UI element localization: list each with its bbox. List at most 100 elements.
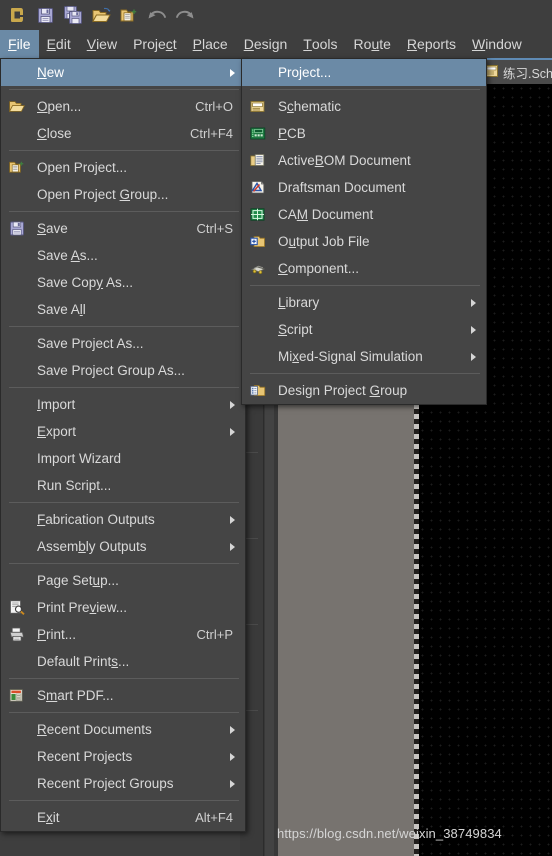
menu-item-run-script[interactable]: Run Script... (1, 472, 245, 499)
menu-item-cam-document[interactable]: CAM Document (242, 201, 486, 228)
menu-item-design-project-group[interactable]: Design Project Group (242, 377, 486, 404)
menu-item-pcb[interactable]: PCB (242, 120, 486, 147)
menu-item-draftsman-document[interactable]: Draftsman Document (242, 174, 486, 201)
menu-item-import[interactable]: Import (1, 391, 245, 418)
menubar-item-reports[interactable]: Reports (399, 30, 464, 58)
menu-item-label: Save (37, 221, 68, 236)
menu-item-label: Import (37, 397, 76, 412)
submenu-arrow-icon (230, 779, 235, 788)
menu-item-mixed-signal-simulation[interactable]: Mixed-Signal Simulation (242, 343, 486, 370)
menu-separator (9, 712, 239, 713)
menu-item-shortcut: Ctrl+F4 (190, 126, 233, 141)
menu-item-label: Save As... (37, 248, 98, 263)
application-window: File Edit View Proje c t Place Design Tools Ro u te… (0, 0, 552, 856)
menu-item-label: Recent Projects (37, 749, 133, 764)
menubar-item-route[interactable]: Ro u te (346, 30, 399, 58)
file-menu-dropdown: New Open... Ctrl+O Close Ctrl+F4 Open Project… (0, 58, 246, 832)
menu-item-exit[interactable]: Exit Alt+F4 (1, 804, 245, 831)
menubar-item-view[interactable]: View (79, 30, 125, 58)
submenu-arrow-icon (230, 68, 235, 77)
save-icon[interactable] (32, 2, 58, 28)
menu-item-shortcut: Ctrl+O (195, 99, 233, 114)
menubar-item-file[interactable]: File (0, 30, 39, 58)
menu-item-fabrication-outputs[interactable]: Fabrication Outputs (1, 506, 245, 533)
menubar-item-edit[interactable]: Edit (39, 30, 79, 58)
menu-item-recent-project-groups[interactable]: Recent Project Groups (1, 770, 245, 797)
menu-item-new[interactable]: New (1, 59, 245, 86)
menu-item-save-copy-as[interactable]: Save Copy As... (1, 269, 245, 296)
menu-item-open-project-group[interactable]: Open Project Group... (1, 181, 245, 208)
outputjob-icon (248, 233, 268, 251)
open-folder-icon[interactable] (88, 2, 114, 28)
menu-item-smart-pdf[interactable]: Smart PDF... (1, 682, 245, 709)
document-tab[interactable]: 练习.Sch (479, 58, 552, 84)
menu-item-close[interactable]: Close Ctrl+F4 (1, 120, 245, 147)
menu-item-label: Print Preview... (37, 600, 128, 615)
save-all-icon[interactable] (60, 2, 86, 28)
open-project-icon (7, 159, 27, 177)
menu-item-print[interactable]: Print... Ctrl+P (1, 621, 245, 648)
pdf-icon (7, 687, 27, 705)
menu-item-page-setup[interactable]: Page Setup... (1, 567, 245, 594)
open-project-icon[interactable] (116, 2, 142, 28)
menu-item-label: Open Project Group... (37, 187, 169, 202)
menu-item-label: Project... (278, 65, 332, 80)
submenu-arrow-icon (471, 325, 476, 334)
menu-item-label: ActiveBOM Document (278, 153, 411, 168)
menu-item-assembly-outputs[interactable]: Assembly Outputs (1, 533, 245, 560)
menu-item-default-prints[interactable]: Default Prints... (1, 648, 245, 675)
menu-item-project[interactable]: Project... (242, 59, 486, 86)
redo-icon[interactable] (172, 2, 198, 28)
altium-logo-icon[interactable] (4, 2, 30, 28)
menu-item-label: Save Copy As... (37, 275, 134, 290)
menu-item-label: Script (278, 322, 313, 337)
menubar-item-tools[interactable]: Tools (295, 30, 345, 58)
menu-item-activebom-document[interactable]: ActiveBOM Document (242, 147, 486, 174)
pcb-icon (248, 125, 268, 143)
menu-item-label: Smart PDF... (37, 688, 114, 703)
menu-item-label: Save All (37, 302, 86, 317)
menu-item-export[interactable]: Export (1, 418, 245, 445)
design-project-icon (248, 382, 268, 400)
menu-item-shortcut: Ctrl+S (196, 221, 233, 236)
menu-item-label: Design Project Group (278, 383, 408, 398)
menubar-item-project[interactable]: Proje c t (125, 30, 185, 58)
menu-item-component[interactable]: Component... (242, 255, 486, 282)
menu-item-script[interactable]: Script (242, 316, 486, 343)
menu-item-shortcut: Ctrl+P (196, 627, 233, 642)
menu-item-recent-documents[interactable]: Recent Documents (1, 716, 245, 743)
menu-item-output-job-file[interactable]: Output Job File (242, 228, 486, 255)
component-icon (248, 260, 268, 278)
menu-item-save-all[interactable]: Save All (1, 296, 245, 323)
menu-item-label: New (37, 65, 65, 80)
menu-separator (9, 150, 239, 151)
undo-icon[interactable] (144, 2, 170, 28)
menu-separator (250, 285, 480, 286)
menu-item-label: Print... (37, 627, 77, 642)
submenu-arrow-icon (230, 725, 235, 734)
menubar-item-place[interactable]: Place (185, 30, 236, 58)
submenu-arrow-icon (230, 542, 235, 551)
save-icon (7, 220, 27, 238)
menu-item-label: Assembly Outputs (37, 539, 147, 554)
menu-item-shortcut: Alt+F4 (195, 810, 233, 825)
menu-item-save-as[interactable]: Save As... (1, 242, 245, 269)
menu-item-library[interactable]: Library (242, 289, 486, 316)
menu-item-open[interactable]: Open... Ctrl+O (1, 93, 245, 120)
menu-item-import-wizard[interactable]: Import Wizard (1, 445, 245, 472)
menu-item-label: Component... (278, 261, 360, 276)
menu-item-schematic[interactable]: Schematic (242, 93, 486, 120)
menubar-item-window[interactable]: Window (464, 30, 530, 58)
draftsman-icon (248, 179, 268, 197)
menu-item-save-project-as[interactable]: Save Project As... (1, 330, 245, 357)
menubar-item-design[interactable]: Design (236, 30, 296, 58)
menu-item-recent-projects[interactable]: Recent Projects (1, 743, 245, 770)
cam-icon (248, 206, 268, 224)
menu-item-label: Library (278, 295, 320, 310)
menu-item-label: Close (37, 126, 72, 141)
menu-item-print-preview[interactable]: Print Preview... (1, 594, 245, 621)
menu-item-save[interactable]: Save Ctrl+S (1, 215, 245, 242)
menu-item-label: Open Project... (37, 160, 128, 175)
menu-item-open-project[interactable]: Open Project... (1, 154, 245, 181)
menu-item-save-project-group-as[interactable]: Save Project Group As... (1, 357, 245, 384)
